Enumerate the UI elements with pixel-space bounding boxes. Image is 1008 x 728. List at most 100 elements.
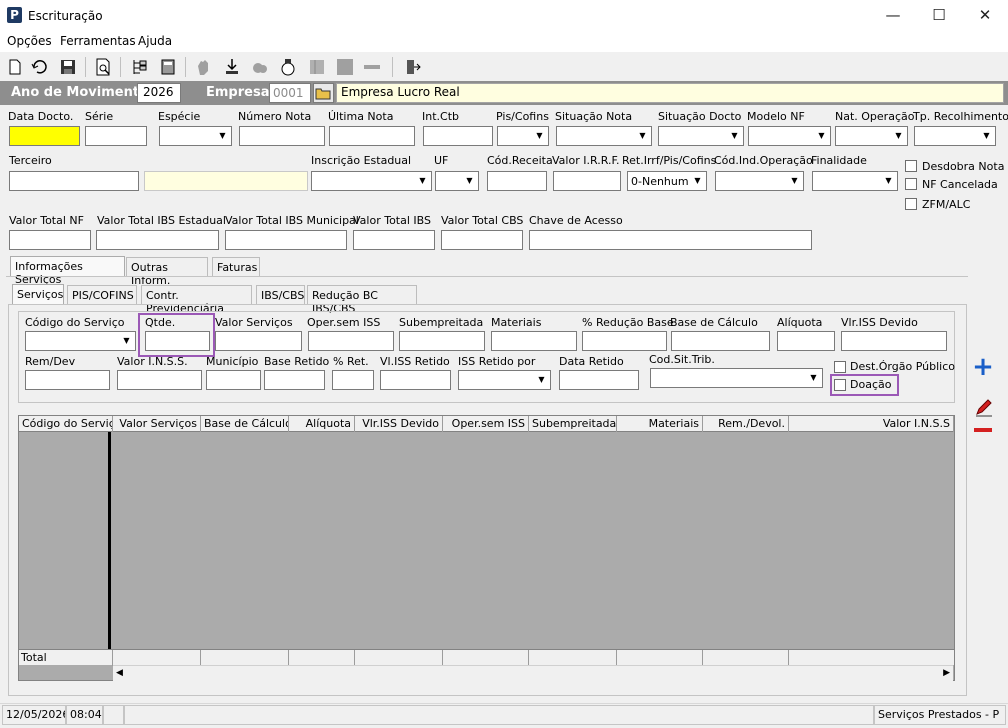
ano-movimento-field[interactable]: 2026 [137,83,181,103]
serie-field[interactable] [85,126,147,146]
grid-col-aliquota[interactable]: Alíquota [289,416,355,432]
perc-ret-field[interactable] [332,370,374,390]
desdobra-nota-checkbox[interactable] [905,160,917,172]
maximize-button[interactable]: ☐ [916,0,962,31]
tab-reducao-bc[interactable]: Redução BC IBS/CBS [307,285,417,315]
valor-total-ibs-field[interactable] [353,230,435,250]
chevron-down-icon: ▼ [534,372,549,388]
valor-total-nf-field[interactable] [9,230,91,250]
cod-sit-trib-select[interactable]: ▼ [650,368,823,388]
int-ctb-field[interactable] [423,126,493,146]
valor-total-ibs-municipal-field[interactable] [225,230,347,250]
grid-col-base-calculo[interactable]: Base de Cálculo [201,416,289,432]
valor-irrf-field[interactable] [553,171,621,191]
chave-acesso-field[interactable] [529,230,812,250]
ret-irrf-select[interactable]: 0-Nenhum ▼ [627,171,707,191]
grid-col-valor-servicos[interactable]: Valor Serviços [113,416,201,432]
subempreitada-field[interactable] [399,331,485,351]
print-preview-icon[interactable] [93,57,113,77]
valor-servicos-field[interactable] [215,331,302,351]
edit-pencil-icon[interactable] [973,398,995,418]
grid-col-vlr-iss-devido[interactable]: Vlr.ISS Devido [355,416,443,432]
empresa-code-field[interactable]: 0001 [269,83,311,103]
cod-ind-operacao-select[interactable]: ▼ [715,171,804,191]
menu-opcoes[interactable]: Opções [7,34,52,48]
add-button[interactable]: + [972,354,994,380]
zfm-alc-checkbox[interactable] [905,198,917,210]
dest-orgao-publico-checkbox[interactable] [834,361,846,373]
grid-col-subempreitada[interactable]: Subempreitada [529,416,617,432]
menu-ferramentas[interactable]: Ferramentas [60,34,136,48]
inscricao-estadual-select[interactable]: ▼ [311,171,432,191]
tp-recolhimento-select[interactable]: ▼ [914,126,996,146]
valor-inss-label: Valor I.N.S.S. [117,355,188,368]
rem-dev-field[interactable] [25,370,110,390]
scroll-right-icon[interactable]: ▶ [943,668,950,678]
doacao-checkbox[interactable] [834,379,846,391]
menu-ajuda[interactable]: Ajuda [138,34,172,48]
exit-door-icon[interactable] [402,57,422,77]
iss-retido-por-select[interactable]: ▼ [458,370,551,390]
tab-outras-inform[interactable]: Outras Inform. [126,257,208,287]
grid-col-oper-sem-iss[interactable]: Oper.sem ISS [443,416,529,432]
tab-informacoes-servicos[interactable]: Informações Serviços [10,256,125,286]
modelo-nf-label: Modelo NF [747,110,805,123]
money-bag-icon[interactable] [278,57,298,77]
especie-select[interactable]: ▼ [159,126,232,146]
tree-icon[interactable] [130,57,150,77]
chevron-down-icon: ▼ [415,173,430,189]
grid-col-valor-inss[interactable]: Valor I.N.S.S [789,416,954,432]
cloud-icon [253,63,267,73]
grid-col-cod-servico[interactable]: Código do Serviço [19,416,113,432]
tab-faturas[interactable]: Faturas [212,257,260,277]
nf-cancelada-checkbox[interactable] [905,178,917,190]
grid-col-rem-devol[interactable]: Rem./Devol. [703,416,789,432]
ultima-nota-field[interactable] [329,126,415,146]
scroll-left-icon[interactable]: ◀ [116,668,123,678]
services-grid[interactable]: Código do Serviço Valor Serviços Base de… [18,415,955,681]
qtde-highlight [138,313,215,357]
undo-icon[interactable] [30,57,50,77]
reducao-base-field[interactable] [582,331,667,351]
data-docto-field[interactable] [9,126,80,146]
vlr-iss-devido-field[interactable] [841,331,947,351]
new-document-icon[interactable] [5,57,25,77]
modelo-nf-select[interactable]: ▼ [748,126,831,146]
tab-pis-cofins[interactable]: PIS/COFINS [67,285,137,305]
open-folder-button[interactable] [313,83,334,103]
uf-select[interactable]: ▼ [435,171,479,191]
numero-nota-field[interactable] [239,126,325,146]
valor-irrf-label: Valor I.R.R.F. [552,154,620,167]
aliquota-field[interactable] [777,331,835,351]
import-icon[interactable] [222,57,242,77]
grid-col-materiais[interactable]: Materiais [617,416,703,432]
save-icon[interactable] [58,57,78,77]
base-calculo-field[interactable] [671,331,770,351]
situacao-docto-select[interactable]: ▼ [658,126,744,146]
minimize-button[interactable]: — [870,0,916,31]
vl-iss-retido-field[interactable] [380,370,451,390]
cod-servico-select[interactable]: ▼ [25,331,136,351]
tab-contr-previdenciaria[interactable]: Contr. Previdenciária [141,285,252,315]
pis-cofins-select[interactable]: ▼ [497,126,549,146]
materiais-field[interactable] [491,331,577,351]
base-retido-field[interactable] [264,370,325,390]
remove-button[interactable] [974,428,992,432]
grid-horizontal-scrollbar[interactable]: ◀ ▶ [113,665,953,681]
valor-total-cbs-field[interactable] [441,230,523,250]
finalidade-select[interactable]: ▼ [812,171,898,191]
tab-servicos[interactable]: Serviços [12,284,64,304]
municipio-field[interactable] [206,370,261,390]
app-icon: P [7,7,22,23]
calculator-icon[interactable] [158,57,178,77]
terceiro-code-field[interactable] [9,171,139,191]
cod-receita-field[interactable] [487,171,547,191]
situacao-nota-select[interactable]: ▼ [556,126,652,146]
valor-total-ibs-estadual-field[interactable] [96,230,219,250]
valor-inss-field[interactable] [117,370,202,390]
nat-operacao-select[interactable]: ▼ [835,126,908,146]
tab-ibs-cbs[interactable]: IBS/CBS [256,285,305,305]
oper-sem-iss-field[interactable] [308,331,394,351]
data-retido-field[interactable] [559,370,639,390]
close-button[interactable]: ✕ [962,0,1008,31]
